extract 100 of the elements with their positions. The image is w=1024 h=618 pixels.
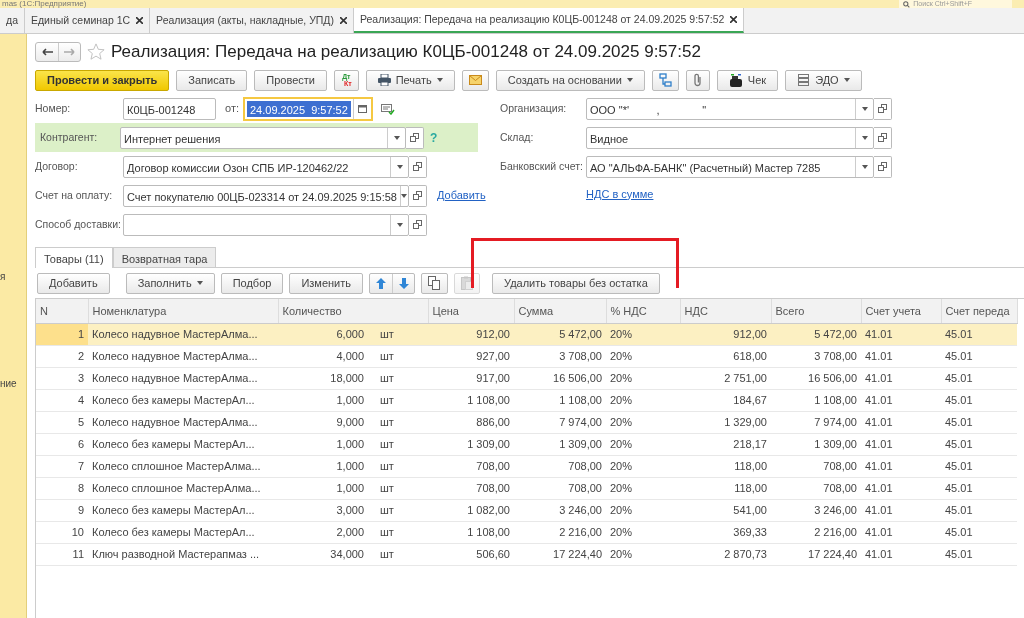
table-row[interactable]: 6 Колесо без камеры МастерАл... 1,000 шт 1 309,00 1 309,00 20% 218,17 1 309,00 41.01 45.01: [36, 433, 1017, 455]
column-header[interactable]: Счет переда: [941, 299, 1017, 323]
table-cell: 2 751,00: [680, 367, 771, 389]
field-label: Номер:: [35, 100, 72, 116]
add-link[interactable]: Добавить: [437, 187, 486, 204]
field-label: Способ доставки:: [35, 216, 122, 232]
toolbar-button[interactable]: [421, 272, 448, 294]
table-cell: 708,00: [428, 455, 514, 477]
open-button[interactable]: [409, 184, 427, 207]
open-button[interactable]: [409, 155, 427, 178]
star-icon[interactable]: [87, 43, 105, 61]
column-header[interactable]: Количество: [278, 299, 368, 323]
button[interactable]: Добавить: [37, 272, 110, 294]
caret-icon: [401, 193, 408, 198]
date-field[interactable]: 24.09.2025 9:57:52: [243, 96, 373, 121]
table-cell: 16 506,00: [771, 367, 861, 389]
button[interactable]: Провести: [254, 69, 327, 91]
table-cell: 20%: [606, 521, 680, 543]
column-header[interactable]: Всего: [771, 299, 861, 323]
table-cell: 20%: [606, 345, 680, 367]
table-cell: 20%: [606, 367, 680, 389]
button[interactable]: Чек: [716, 69, 779, 91]
table-row[interactable]: 7 Колесо сплошное МастерАлма... 1,000 шт 708,00 708,00 20% 118,00 708,00 41.01 45.01: [36, 455, 1017, 477]
table-row[interactable]: 1 Колесо надувное МастерАлма... 6,000 шт 912,00 5 472,00 20% 912,00 5 472,00 41.01 45.01: [36, 323, 1017, 345]
open-button[interactable]: [874, 155, 892, 178]
table-cell: 7 974,00: [514, 411, 606, 433]
table-row[interactable]: 2 Колесо надувное МастерАлма... 4,000 шт 927,00 3 708,00 20% 618,00 3 708,00 41.01 45.01: [36, 345, 1017, 367]
table-cell: 1,000: [278, 477, 368, 499]
window-title: mas (1С:Предприятие): [1, 0, 87, 8]
dropdown-field[interactable]: Счет покупателю 00ЦБ-023314 от 24.09.2025 9:15:58: [123, 184, 409, 207]
sidebar-item[interactable]: я: [0, 269, 6, 284]
table-cell: шт: [368, 367, 428, 389]
close-icon: [339, 17, 347, 24]
vat-link[interactable]: НДС в сумме: [586, 185, 654, 203]
table-cell: 17 224,40: [514, 543, 606, 565]
table-cell: 1 309,00: [428, 433, 514, 455]
column-header[interactable]: N: [36, 299, 88, 323]
toolbar-button[interactable]: [685, 69, 710, 91]
button[interactable]: Подбор: [220, 272, 284, 294]
sidebar-item[interactable]: ние: [0, 376, 17, 391]
tab[interactable]: Товары (11): [35, 247, 113, 268]
table-row[interactable]: 5 Колесо надувное МастерАлма... 9,000 шт 886,00 7 974,00 20% 1 329,00 7 974,00 41.01 45.01: [36, 411, 1017, 433]
number-field[interactable]: К0ЦБ-001248: [123, 97, 216, 120]
toolbar-button[interactable]: [461, 69, 489, 91]
table-cell: 45.01: [941, 477, 1017, 499]
column-header[interactable]: % НДС: [606, 299, 680, 323]
table-cell: шт: [368, 411, 428, 433]
open-form-icon: [413, 220, 422, 229]
open-button[interactable]: [874, 126, 892, 149]
table-cell: 5 472,00: [514, 323, 606, 345]
open-form-icon: [413, 191, 422, 200]
open-form-icon: [878, 162, 887, 171]
button[interactable]: Печать: [365, 69, 455, 91]
table-cell: 1,000: [278, 389, 368, 411]
table-row[interactable]: 11 Ключ разводной Мастерапмаз ... 34,000 шт 506,60 17 224,40 20% 2 870,73 17 224,40 41.01 45.01: [36, 543, 1017, 565]
button[interactable]: Удалить товары без остатка: [492, 272, 660, 294]
column-header[interactable]: Номенклатура: [88, 299, 278, 323]
column-header[interactable]: Счет учета: [861, 299, 941, 323]
caret-icon: [861, 106, 868, 111]
table-cell: 4: [36, 389, 88, 411]
table-cell: 3 246,00: [771, 499, 861, 521]
open-button[interactable]: [874, 97, 892, 120]
field-label: от:: [225, 101, 239, 117]
button[interactable]: Записать: [176, 69, 248, 91]
table-row[interactable]: 4 Колесо без камеры МастерАл... 1,000 шт 1 108,00 1 108,00 20% 184,67 1 108,00 41.01 45.01: [36, 389, 1017, 411]
table-row[interactable]: 3 Колесо надувное МастерАлма... 18,000 шт 917,00 16 506,00 20% 2 751,00 16 506,00 41.01 45.01: [36, 367, 1017, 389]
button[interactable]: Заполнить: [125, 272, 215, 294]
open-button[interactable]: [409, 213, 427, 236]
table-row[interactable]: 10 Колесо без камеры МастерАл... 2,000 шт 1 108,00 2 216,00 20% 369,33 2 216,00 41.01 45.01: [36, 521, 1017, 543]
printer-icon: [377, 74, 391, 86]
dropdown-field[interactable]: ООО "*' , ": [586, 97, 874, 120]
dropdown-field[interactable]: АО "АЛЬФА-БАНК" (Расчетный) Мастер 7285: [586, 155, 874, 178]
table-cell: 1,000: [278, 433, 368, 455]
table-cell: 118,00: [680, 455, 771, 477]
search-icon: [903, 0, 911, 8]
toolbar-button[interactable]: [651, 69, 679, 91]
open-button[interactable]: [406, 126, 424, 149]
caret-icon: [196, 281, 203, 285]
table-row[interactable]: 8 Колесо сплошное МастерАлма... 1,000 шт 708,00 708,00 20% 118,00 708,00 41.01 45.01: [36, 477, 1017, 499]
table-cell: Колесо без камеры МастерАл...: [88, 389, 278, 411]
tab[interactable]: Возвратная тара: [112, 247, 217, 267]
document-stack-icon: [797, 74, 811, 86]
arrow-left-icon: [41, 48, 53, 56]
dropdown-field[interactable]: Интернет решения: [120, 126, 406, 149]
window-tab[interactable]: Реализация: Передача на реализацию К0ЦБ-001248 от 24.09.2025 9:57:52: [353, 8, 745, 33]
button[interactable]: Создать на основании: [495, 69, 645, 91]
button[interactable]: Изменить: [289, 272, 363, 294]
table-row[interactable]: 9 Колесо без камеры МастерАл... 3,000 шт 1 082,00 3 246,00 20% 541,00 3 246,00 41.01 45.01: [36, 499, 1017, 521]
button[interactable]: Провести и закрыть: [35, 69, 170, 91]
column-header[interactable]: НДС: [680, 299, 771, 323]
open-form-icon: [878, 104, 887, 113]
table-cell: 1 108,00: [771, 389, 861, 411]
column-header[interactable]: Цена: [428, 299, 514, 323]
column-header[interactable]: Сумма: [514, 299, 606, 323]
dropdown-field[interactable]: Договор комиссии Озон СПБ ИР-120462/22: [123, 155, 409, 178]
dropdown-field[interactable]: Видное: [586, 126, 874, 149]
dropdown-field[interactable]: [123, 213, 409, 236]
table-cell: Ключ разводной Мастерапмаз ...: [88, 543, 278, 565]
table-cell: 5 472,00: [771, 323, 861, 345]
button[interactable]: ЭДО: [785, 69, 862, 91]
